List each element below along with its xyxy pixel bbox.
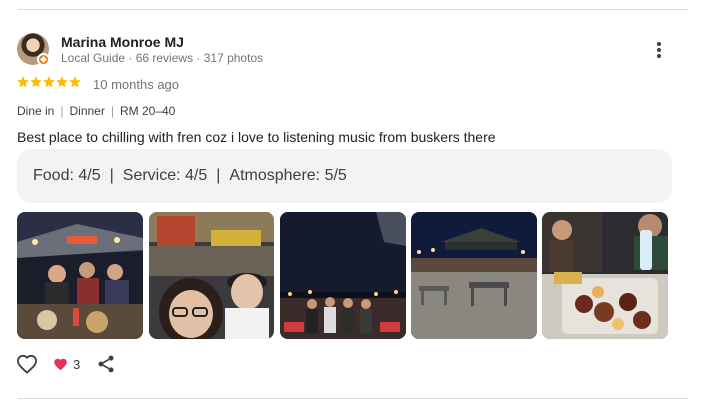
star-icon: [30, 76, 42, 88]
review-photo[interactable]: [149, 212, 274, 339]
reaction-count: 3: [73, 357, 81, 372]
service-rating: Service: 4/5: [122, 167, 208, 184]
star-icon: [69, 76, 81, 88]
sub-ratings-panel: Food: 4/5 | Service: 4/5 | Atmosphere: 5…: [17, 149, 672, 203]
reviewer-name[interactable]: Marina Monroe MJ: [61, 34, 184, 50]
share-icon: [98, 355, 114, 373]
review-photo[interactable]: [542, 212, 668, 339]
review-tags: Dine in | Dinner | RM 20–40: [17, 104, 176, 118]
like-button[interactable]: [16, 354, 38, 374]
star-icon: [56, 76, 68, 88]
atmosphere-rating: Atmosphere: 5/5: [229, 167, 347, 184]
top-divider: [18, 9, 688, 10]
bottom-divider: [18, 398, 688, 399]
tag-meal-type: Dinner: [69, 104, 105, 118]
tag-service-type: Dine in: [17, 104, 55, 118]
more-vert-icon: [657, 42, 661, 46]
share-button[interactable]: [96, 354, 116, 374]
review-photo[interactable]: [17, 212, 143, 339]
local-guide-badge-icon: [37, 53, 50, 66]
review-date: 10 months ago: [93, 77, 180, 92]
review-photo[interactable]: [411, 212, 537, 339]
heart-filled-icon: [54, 358, 67, 371]
star-rating: [16, 75, 81, 93]
tag-price-range: RM 20–40: [119, 104, 176, 118]
reviewer-meta: Local Guide · 66 reviews · 317 photos: [61, 51, 264, 65]
review-photo[interactable]: [280, 212, 406, 339]
review-text: Best place to chilling with fren coz i l…: [17, 129, 496, 145]
star-icon: [17, 76, 29, 88]
food-rating: Food: 4/5: [33, 167, 101, 184]
star-icon: [43, 76, 55, 88]
more-options-button[interactable]: [648, 38, 670, 62]
heart-outline-icon: [16, 354, 38, 374]
